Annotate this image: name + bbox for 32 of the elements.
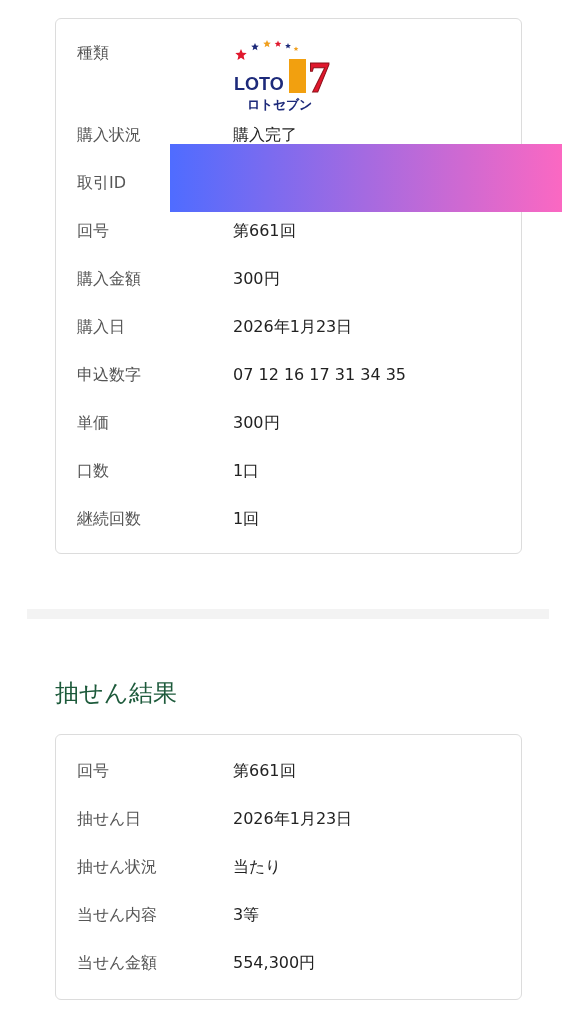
field-value: 300円 — [233, 268, 280, 290]
field-label: 口数 — [76, 460, 110, 482]
field-label: 当せん金額 — [76, 952, 158, 974]
field-value: 2026年1月23日 — [233, 808, 353, 830]
section-heading: 抽せん結果 — [55, 678, 178, 709]
field-value: 第661回 — [233, 760, 296, 782]
field-value: 購入完了 — [233, 124, 297, 146]
field-label: 抽せん日 — [76, 808, 142, 830]
field-label: 購入金額 — [76, 268, 142, 290]
field-label: 単価 — [76, 412, 110, 434]
field-label: 購入状況 — [76, 124, 142, 146]
field-value: 07 12 16 17 31 34 35 — [233, 364, 407, 386]
field-label: 当せん内容 — [76, 904, 158, 926]
logo-panel — [289, 59, 306, 93]
field-value: 第661回 — [233, 220, 296, 242]
field-label: 抽せん状況 — [76, 856, 158, 878]
field-label: 継続回数 — [76, 508, 142, 530]
field-value: 3等 — [233, 904, 260, 926]
field-value: 当たり — [233, 856, 281, 878]
field-value: 1回 — [233, 508, 260, 530]
field-value: 300円 — [233, 412, 280, 434]
field-label: 取引ID — [76, 172, 128, 194]
field-label: 回号 — [76, 760, 110, 782]
field-label: 種類 — [76, 42, 110, 64]
field-label: 購入日 — [76, 316, 126, 338]
field-value: 2026年1月23日 — [233, 316, 353, 338]
field-value: 1口 — [233, 460, 260, 482]
stars-icon — [235, 40, 299, 60]
field-value: 554,300円 — [233, 952, 316, 974]
field-label: 申込数字 — [76, 364, 142, 386]
field-label: 回号 — [76, 220, 110, 242]
logo-wordmark: LOTO — [234, 74, 284, 94]
